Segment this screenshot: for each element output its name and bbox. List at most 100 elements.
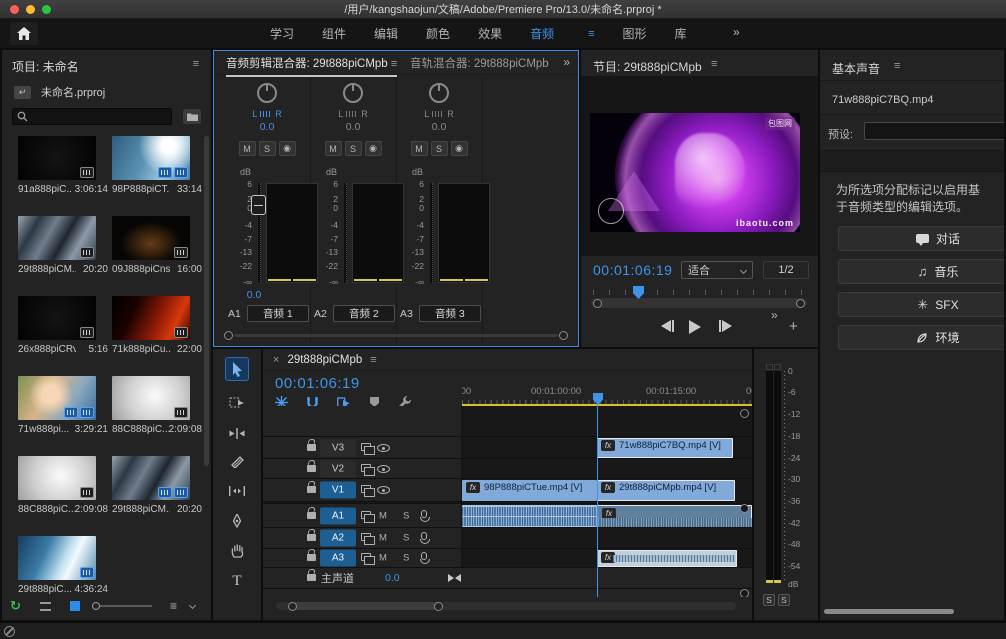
panel-overflow-icon[interactable]: »: [563, 55, 570, 69]
tab-audio-track-mixer[interactable]: 音轨混合器: 29t888piCMpb: [410, 55, 549, 71]
close-icon[interactable]: ×: [273, 354, 279, 366]
track-target-a2[interactable]: A2: [320, 530, 356, 547]
timeline-audio-clip-a1-left[interactable]: [462, 505, 597, 527]
lock-icon[interactable]: [307, 444, 316, 451]
timeline-clip-v3[interactable]: fx 71w888piC7BQ.mp4 [V]: [597, 438, 733, 458]
zoom-handle-left[interactable]: [288, 602, 297, 611]
list-item[interactable]: 98P888piCT..33:14: [112, 136, 204, 195]
minimize-window-button[interactable]: [26, 5, 35, 14]
list-item[interactable]: 71w888pi...3:29:21: [18, 376, 110, 435]
sort-icon[interactable]: ≡: [170, 599, 177, 613]
solo-left-button[interactable]: S: [763, 594, 775, 606]
video-frame[interactable]: 包图网 ibaotu.com: [590, 113, 800, 232]
lock-icon[interactable]: [307, 554, 316, 561]
close-window-button[interactable]: [10, 5, 19, 14]
solo-button[interactable]: S: [403, 533, 409, 544]
record-button[interactable]: ◉: [365, 141, 382, 156]
workspace-overflow-icon[interactable]: »: [733, 25, 740, 39]
tab-audio-clip-mixer[interactable]: 音频剪辑混合器: 29t888piCMpb ≡: [226, 55, 397, 77]
clip-thumbnail[interactable]: [112, 296, 190, 340]
dialogue-type-button[interactable]: 对话: [838, 226, 1004, 251]
tab-editing[interactable]: 编辑: [374, 25, 398, 42]
timeline-clip-v1-right[interactable]: fx 29t888piCMpb.mp4 [V]: [597, 480, 735, 501]
program-timecode[interactable]: 00:01:06:19: [593, 262, 672, 278]
track-header-v3[interactable]: V3: [263, 437, 462, 458]
clip-thumbnail[interactable]: [112, 216, 190, 260]
add-button[interactable]: +: [789, 318, 798, 335]
mic-icon[interactable]: [421, 510, 427, 518]
home-button[interactable]: [10, 22, 38, 45]
bowtie-keyframe-icon[interactable]: [448, 574, 454, 582]
scrubber-handle[interactable]: [796, 299, 805, 308]
mute-button[interactable]: M: [379, 510, 387, 521]
fader-handle[interactable]: [251, 195, 266, 215]
zoom-handle-right[interactable]: [434, 602, 443, 611]
timeline-menu-icon[interactable]: ≡: [370, 354, 376, 366]
search-input[interactable]: [12, 108, 172, 125]
sync-lock-icon[interactable]: [361, 553, 371, 561]
tab-audio[interactable]: 音频: [530, 25, 554, 42]
step-forward-button[interactable]: [719, 320, 732, 332]
list-item[interactable]: 26x888piCRvB...5:16: [18, 296, 110, 355]
sync-lock-icon[interactable]: [361, 443, 371, 451]
track-name-box[interactable]: 音频 2: [333, 305, 395, 322]
scrollbar-handle[interactable]: [740, 409, 749, 418]
scrollbar-handle[interactable]: [559, 331, 568, 340]
solo-right-button[interactable]: S: [778, 594, 790, 606]
clip-thumbnail[interactable]: [18, 136, 96, 180]
music-type-button[interactable]: ♫ 音乐: [838, 259, 1004, 284]
icon-view-icon[interactable]: [70, 601, 80, 611]
eye-icon[interactable]: [377, 486, 390, 494]
track-name-box[interactable]: 音频 3: [419, 305, 481, 322]
track-header-a2[interactable]: A2 M S: [263, 528, 462, 548]
mixer-scrollbar[interactable]: [224, 331, 568, 341]
clip-thumbnail[interactable]: [18, 376, 96, 420]
list-view-icon[interactable]: [40, 602, 51, 611]
solo-button[interactable]: S: [259, 141, 276, 156]
sync-lock-icon[interactable]: [361, 485, 371, 493]
project-scrollbar[interactable]: [204, 136, 209, 466]
mic-icon[interactable]: [421, 552, 427, 560]
mute-button[interactable]: M: [325, 141, 342, 156]
sfx-type-button[interactable]: ✳ SFX: [838, 292, 1004, 317]
eye-icon[interactable]: [377, 444, 390, 452]
scrollbar-handle[interactable]: [740, 589, 749, 597]
track-target-v1[interactable]: V1: [320, 482, 356, 499]
type-tool[interactable]: T: [225, 569, 249, 593]
mute-button[interactable]: M: [239, 141, 256, 156]
list-item[interactable]: 09J888piCnsf...16:00: [112, 216, 204, 275]
pen-tool[interactable]: [225, 509, 249, 533]
track-header-v2[interactable]: V2: [263, 459, 462, 478]
clip-thumbnail[interactable]: [18, 456, 96, 500]
list-item[interactable]: 29t888piC...4:36:24: [18, 536, 110, 595]
track-header-a1[interactable]: A1 M S: [263, 504, 462, 527]
mute-button[interactable]: M: [379, 553, 387, 564]
tab-assembly[interactable]: 组件: [322, 25, 346, 42]
chevron-down-icon[interactable]: [189, 602, 196, 609]
pan-knob[interactable]: [343, 83, 363, 103]
playback-resolution-select[interactable]: 1/2: [763, 261, 809, 279]
eye-icon[interactable]: [377, 465, 390, 473]
lock-icon[interactable]: [307, 574, 316, 581]
scrollbar-handle[interactable]: [740, 504, 749, 513]
timeline-audio-clip-a3[interactable]: fx: [597, 550, 737, 567]
panel-menu-icon[interactable]: ≡: [391, 58, 397, 70]
workspace-menu-icon[interactable]: ≡: [588, 28, 594, 40]
track-select-forward-tool[interactable]: [225, 391, 249, 415]
step-back-button[interactable]: [661, 320, 674, 332]
list-item[interactable]: 71k888piCu...22:00: [112, 296, 204, 355]
list-item[interactable]: 88C888piC...2:09:08: [18, 456, 110, 515]
slip-tool[interactable]: [225, 479, 249, 503]
list-item[interactable]: 29t888piCM...20:20: [18, 216, 110, 275]
tab-graphics[interactable]: 图形: [623, 25, 647, 42]
project-file-row[interactable]: ↵ 未命名.prproj: [14, 84, 105, 100]
track-header-a3[interactable]: A3 M S: [263, 549, 462, 567]
zoom-level-select[interactable]: 适合: [681, 261, 753, 279]
sync-lock-icon[interactable]: [361, 511, 371, 519]
timeline-audio-clip-a1-right[interactable]: fx: [597, 505, 752, 527]
lock-icon[interactable]: [307, 486, 316, 493]
project-panel-menu-icon[interactable]: ≡: [193, 58, 199, 70]
clip-thumbnail[interactable]: [112, 376, 190, 420]
scrubber-handle[interactable]: [593, 299, 602, 308]
mute-button[interactable]: M: [411, 141, 428, 156]
